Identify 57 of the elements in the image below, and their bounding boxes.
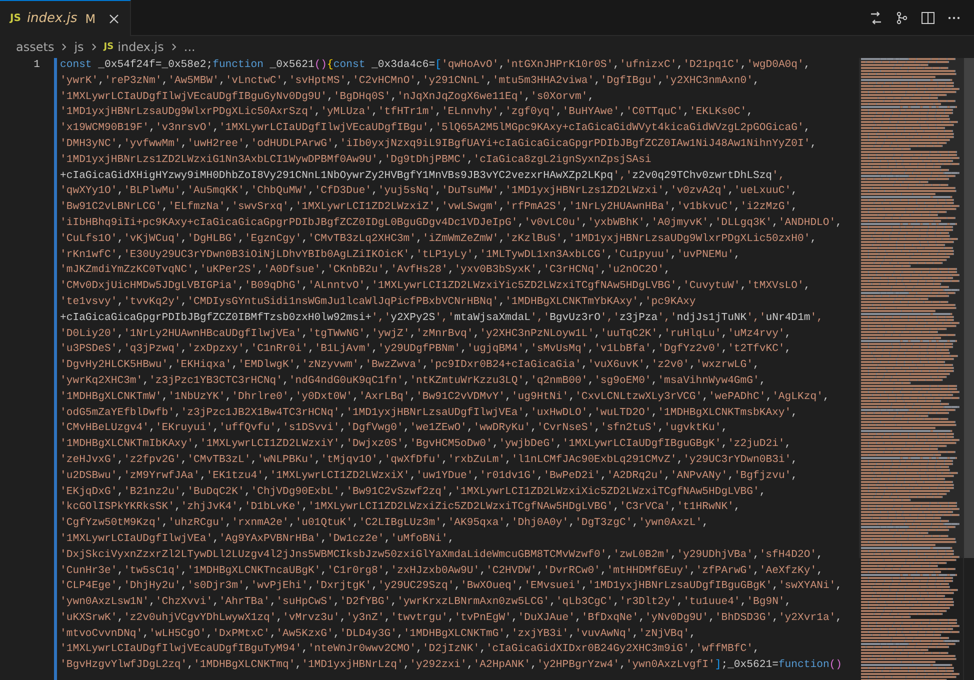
- code-line: 'DMH3yNC','yvfwwMm','uwH2ree','odHUDLPArwG','iIb0yxjNzxq9iL9IBgfUAYi+cIaGicaGicaGpgrPDIbJBgfZCZ0IAw1NiJ48Aw1NihnYyZ0I',: [60, 136, 818, 152]
- code-line: 'u2DSBwu','zM9YrwfJAa','EK1tzu4','1MXLywrLCI1ZD2LWzxiX','uw1YDue','r01dv1G','BwPeD2i','A2DRq2u','ANPvANy','Bgfjzvu',: [60, 468, 799, 484]
- code-line: 'CMv0DxjUicHMDw5JDgLVBIGPia','B09qDhG','ALnntvO','1MXLywrLCI1ZD2LWzxiYic5ZD2LWzxiTCgfNAw5HDgLVBG','CuvytuW','tMXVsLO',: [60, 279, 812, 294]
- code-line: 'Bw91C2vLBNrLCG','ELfmzNa','swvSrxq','1MXLywrLCI1ZD2LWzxiZ','vwLSwgm','rfPmA2S','1NrLy2HUAwnHBa','v1bkvuC','i2zMzG',: [60, 200, 798, 216]
- code-line: +cIaGicaGidXHigHYzwy9iMH0DhbZoI8Vy291CNnL1NbOywrZy2HVBgfY1MnVBs9JB3vYC2vezxrHAwXZp2LKpq','z2v0q29TChv0zwrtDhLSzq',: [60, 168, 786, 184]
- minimap-drawing[interactable]: [859, 58, 963, 680]
- compare-changes-icon[interactable]: [868, 10, 884, 26]
- modified-indicator: M: [85, 12, 96, 26]
- editor-tab[interactable]: JS index.js M: [0, 0, 131, 36]
- code-line: 'CunHr3e','tw5sC1q','1MDHBgXLCNKTncaUBgK','C1r0rg8','zxHJzxb0Aw9U','C2HVDW','DvrRCw0','mtHHDMf6Euy','zfPArwG','AeXfzKy',: [60, 564, 824, 578]
- code-line: 'ywrKq2XHC3m','z3jPzc1YB3CTC3rHCNq','ndG4ndG0uK9qC1fn','ntKZmtuWrKzzu3LQ','q2nmB00','sg9oEM0','msaVihnWyw4GmG',: [60, 374, 767, 389]
- chevron-icon: [60, 42, 68, 52]
- git-icon[interactable]: [894, 10, 910, 26]
- code-line: 'kcGOlISPkYKRksSK','zhjJvK4','D1bLvKe','1MXLywrLCI1ZD2LWzxiZic5ZD2LWzxiTCgfNAw5HDgLVBG','C3rVCa','t1HRwNK',: [60, 500, 742, 516]
- code-line: 'CgfYzw50tM9Kzq','uhzRCgu','rxnmA2e','u01QtuK','C2LIBgLUz3m','AK95qxa','Dhj0A0y','DgT3zgC','ywn0AxzL',: [60, 516, 710, 532]
- breadcrumb-item[interactable]: index.js: [118, 40, 164, 54]
- breadcrumb-item[interactable]: js: [74, 40, 84, 54]
- chevron-icon: [90, 42, 98, 52]
- code-line: 'BgvHzgvYlwfJDgL2zq','1MDHBgXLCNKTmq','1MD1yxjHBNrLzq','y292zxi','A2HpANK','y2HPBgrYzw4','ywn0AxzLvgfI'];_0x5621=function(): [60, 658, 844, 670]
- code-line: 'DgvHy2HLCK5HBwu','EKHiqxa','EMDlwgK','zNzyvwm','BwzZwva','pc9IDxr0B24+cIaGicaGia','vuX6uvK','z2v0','wxzrwLG',: [60, 358, 760, 374]
- code-line: 'u3PSDeS','q3jPzwq','zxDpzxy','C1nRr0i','B1LjAvm','y29UDgfPBNm','ugjqBM4','sMvUsMq','v1LbBfa','DgfYz2v0','t2TfvKC',: [60, 342, 792, 358]
- code-line: 'te1vsvy','tvvKq2y','CMDIysGYntuSidi1nsWGmJu1lcaWlJqPicfPBxbVCNrHBNq','1MDHBgXLCNKTmYbKAxy','pc9KAxy: [60, 294, 697, 310]
- code-line: 'rKn1wfC','E30Uy29UC3rYDwn0B3iOiNjLDhvYBIb0AgLZiIKOicK','tLP1yLy','1MLTywDL1xn3AxbLCG','Cu1pyuu','uvPNEMu',: [60, 248, 742, 263]
- js-file-icon: JS: [10, 13, 21, 24]
- code-line: 'odG5mZaYEfblDwfb','z3jPzc1JB2X1Bw4TC3rHCNq','1MD1yxjHBNrLzsaUDgfIlwjVEa','uxHwDLO','wuLTD2O','1MDHBgXLCNKTmsbKAxy',: [60, 406, 798, 421]
- code-line: '1MXLywrLCIaUDgfIlwjVEa','Ag9YAxPVBNrHBa','Dw1cz2e','uMfoBNi',: [60, 532, 456, 547]
- split-editor-icon[interactable]: [920, 10, 936, 26]
- code-line: 'CMvHBeLUzgv4','EKruyui','uffQvfu','s1DSvvi','DgfVwg0','we1ZEwO','wwDRyKu','CvrNseS','sfn2tuS','ugvktKu',: [60, 421, 729, 436]
- code-line: 'EKjqDxG','B21nz2u','BuDqC2K','ChjVDg90ExbL','Bw91C2vSzwf2zq','1MXLywrLCI1ZD2LWzxiXic5ZD2LWzxiTCgfNAw5HDgLVBG',: [60, 484, 767, 500]
- line-number: 1: [34, 58, 40, 73]
- code-line: 'ywrK','reP3zNm','Aw5MBW','vLnctwC','svHptMS','C2vHCMnO','y291CNnL','mtu5m3HHA2viwa','DgfIBgu','y2XHC3nmAxn0',: [60, 74, 760, 89]
- tab-title: index.js: [26, 11, 78, 26]
- code-line: 'D0Liy20','1NrLy2HUAwnHBcaUDgfIlwjVEa','tgTWwNG','ywjZ','zMnrBvq','y2XHC3nPzNLoyw1L','uuTqC2K','ruHlqLu','uMz4rvy',: [60, 326, 792, 342]
- code-line: 'x19WCM90B19F','v3nrsvO','1MXLywrLCIaUDgfIlwjVEcaUDgfIBgu','5lQ65A2M5lMGpc9KAxy+cIaGicaGidWVyt4kicaGidWVzgL2pGOGicaG',: [60, 121, 812, 136]
- code-line: 'zeHJvxG','z2fpv2G','CMvTB3zL','wNLPBKu','tMjqv1O','qwXfDfu','rxbZuLm','l1nLCMfJAc90ExbLq291CMvZ','y29UC3rYDwn0B3i',: [60, 452, 798, 468]
- code-line: 'DxjSkciVyxnZzxrZl2LTywDLl2LUzgv4l2jJns5WBMCIksbJzw50zxiGlYaXmdaLideWmcuGBM8TCMvWzwf0','zwL0B2m','y29UDhjVBa','sfH4D2O',: [60, 548, 824, 563]
- code-line: 'uKXSrwK','z2v0uhjVCgvYDhLwywX1zq','vMrvz3u','y3nZ','twvtrgu','tvPnEgW','DuXJAue','BfDxqNe','yNv0Dg9U','BhDSD3G','y2Xvr1a',: [60, 610, 844, 626]
- code-line: 'qwXYy1O','BLPlwMu','Au5mqKK','ChbQuMW','CfD3Due','yuj5sNq','DuTsuMW','1MD1yxjHBNrLzs1ZD2LWzxi','v0zvA2q','ueLxuuC',: [60, 184, 798, 200]
- scrollbar-thumb[interactable]: [964, 58, 974, 558]
- code-line: '1MDHBgXLCNKTmIbKAxy','1MXLywrLCI1ZD2LWzxiY','Dwjxz0S','BgvHCM5oDw0','ywjbDeG','1MXLywrLCIaUDgfIBguGBgK','z2juD2i',: [60, 437, 792, 452]
- code-line: '1MXLywrLCIaUDgfIlwjVEcaUDgfIBguGyNv0Dg9U','BgDHq0S','nJqXnJqZogX6we11Eq','s0Xorvm',: [60, 90, 596, 105]
- code-line: '1MDHBgXLCNKTmW','1NbUzYK','Dhrlre0','y0Dxt0W','AxrLBq','Bw91C2vVDMvY','ug9HtNi','CxvLCNLtzwXLy3rVCG','wePADhC','AgLKzq',: [60, 390, 830, 405]
- code-line: 'CLP4Ege','DhjHy2u','s0Djr3m','wvPjEhi','DxrjtgK','y29UC29Szq','BwXOueq','EMvsuei','1MD1yxjHBNrLzsaUDgfIBguGBgK','swXYANi',: [60, 579, 844, 594]
- code-line: const _0x54f24f=_0x58e2;function _0x5621(){const _0x3da4c6=['qwHoAvO','ntGXnJHPrK10r0S','ufnizxC','D21pq1C','wgD0A0q',: [60, 58, 812, 73]
- code-line: 'mJKZmdiYmZzKC0TvqNC','uKPer2S','A0Dfsue','CKnbB2u','AvfHs28','yxv0B3bSyxK','C3rHCNq','u2nOC2O',: [60, 263, 672, 278]
- code-line: 'iIbHBhq9iIi+pc9KAxy+cIaGicaGicaGpgrPDIbJBgfZCZ0IDgL0BguGDgv4Dc1VDJeIpG','v0vLC0u','yxbWBhK','A0jmyvK','DLLgq3K','ANDHDLO',: [60, 216, 843, 231]
- code-line: '1MXLywrLCIaUDgfIlwjVEcaUDgfIBguTyM94','nteWnJr0wwv2CMO','D2jIzNK','cIaGicaGidXIDxr0B24Gy2XHC3m9iG','wffMBfC',: [60, 642, 760, 658]
- code-line: 'ywn0AxzLsw1N','ChzXvvi','AhrTBa','suHpCwS','D2fYBG','ywrKrxzLBNrmAxn0zw5LCG','qLb3CgC','r3Dlt2y','tu1uue4','Bg9N',: [60, 595, 792, 610]
- code-line: +cIaGicaGicaGpgrPDIbJBgfZCZ0IBMfTzsb0zxH0lw92msi+','y2XPy2S','mtaWjsaXmdaL','BgvUz3rO','z3jPza','ndjJs1jTuNK','uNr4D1m',: [60, 310, 824, 326]
- code-line: '1MD1yxjHBNrLzs1ZD2LWzxiG1Nn3AxbLCI1WywDPBMf0Aw9U','Dg9tDhjPBMC','cIaGica8zgL2ignSyxnZpsjSAsi: [60, 152, 652, 168]
- js-file-icon: JS: [104, 42, 114, 52]
- chevron-icon: [170, 42, 178, 52]
- code-line: 'CuLfs1O','vKjWCuq','DgHLBG','EgznCgy','CMvTB3zLq2XHC3m','iZmWmZeZmW','zKzlBuS','1MD1yxjHBNrLzsaUDg9WlxrPDgXLic50zxH0',: [60, 232, 818, 247]
- breadcrumb-item[interactable]: ...: [184, 40, 196, 54]
- code-line: 'mtvoCvvnDNq','wLH5CgO','DxPMtxC','Aw5KzxG','DLD4y3G','1MDHBgXLCNKTmG','zxjYB3i','vuvAwNq','zNjVBq',: [60, 626, 697, 642]
- code-line: '1MD1yxjHBNrLzsaUDg9WlxrPDgXLic50AxrSzq','yMLUza','tfHTr1m','ELnnvhy','zgf0yq','BuHYAwe','C0TTquC','EKLKs0C',: [60, 105, 754, 120]
- breadcrumb-item[interactable]: assets: [16, 40, 54, 54]
